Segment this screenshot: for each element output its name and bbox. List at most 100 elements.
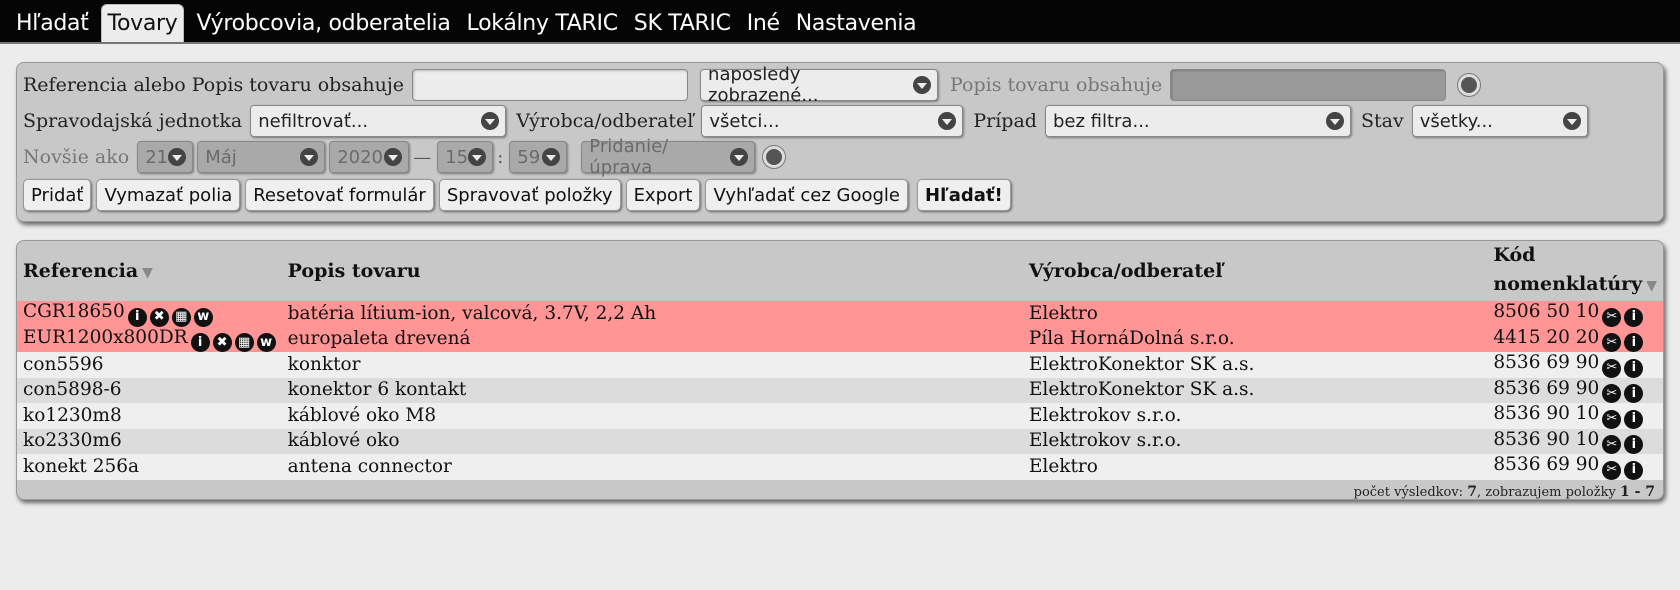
tools-icon[interactable]: ✖ [149,307,169,327]
scissors-icon[interactable]: ✂ [1602,358,1622,378]
info-icon[interactable]: i [1624,307,1644,327]
row-maker: Elektrokov s.r.o. [1022,428,1488,454]
wiki-icon[interactable]: w [256,333,276,352]
table-row[interactable]: EUR1200x800DR i ✖ ▦ w europaleta drevená Píl… [17,326,1663,352]
tab-nastavenia[interactable]: Nastavenia [788,4,925,42]
col-ref-header[interactable]: Referencia ▼ [17,241,282,301]
info-icon[interactable]: i [1624,460,1644,480]
maker-select[interactable]: všetci... [701,105,964,137]
order-select-value: naposledy zobrazené... [708,64,819,106]
row-maker: ElektroKonektor SK a.s. [1022,352,1488,378]
tab-sk-taric[interactable]: SK TARIC [626,4,739,42]
row-ref: ko1230m8 [17,403,282,429]
tab-tovary[interactable]: Tovary [100,4,185,42]
year-value: 2020 [337,146,384,168]
desc-input[interactable] [1170,69,1447,101]
maker-select-value: všetci... [709,110,780,132]
desc-radio[interactable] [1458,74,1481,96]
scissors-icon[interactable]: ✂ [1602,460,1622,480]
row-code: 8536 69 90 [1493,352,1600,373]
table-row[interactable]: CGR18650 i ✖ ▦ w batéria lítium-ion, valcová… [17,301,1663,327]
scissors-icon[interactable]: ✂ [1602,435,1622,454]
info-icon[interactable]: i [1624,358,1644,378]
info-icon[interactable]: i [190,333,210,352]
scissors-icon[interactable]: ✂ [1602,333,1622,352]
ref-input[interactable] [412,69,689,101]
reset-form-button[interactable]: Resetovať formulár [245,179,434,211]
tab-vyrobcovia[interactable]: Výrobcovia, odberatelia [188,4,458,42]
info-icon[interactable]: i [1624,333,1644,352]
row-desc: batéria lítium-ion, valcová, 3.7V, 2,2 A… [281,301,1023,327]
row-maker: Elektrokov s.r.o. [1022,403,1488,429]
results-panel: Referencia ▼ Popis tovaru Výrobca/odberat… [16,240,1664,500]
table-row[interactable]: con5898-6 konektor 6 kontakt ElektroKone… [17,377,1663,403]
filter-row-3: Novšie ako 21 Máj 2020 — 15 : 59 Pridani… [23,136,786,178]
filter-panel: Referencia alebo Popis tovaru obsahuje n… [16,62,1664,222]
minute-select[interactable]: 59 [509,141,568,173]
table-header-row: Referencia ▼ Popis tovaru Výrobca/odberat… [17,241,1663,301]
table-row[interactable]: ko1230m8 káblové oko M8 Elektrokov s.r.o… [17,403,1663,429]
wiki-icon[interactable]: w [193,307,213,327]
row-desc: káblové oko [281,428,1023,454]
results-footer: počet výsledkov: 7, zobrazujem položky 1… [17,480,1663,500]
newer-radio[interactable] [763,146,786,168]
google-search-button[interactable]: Vyhľadať cez Google [705,179,909,211]
col-maker-header[interactable]: Výrobca/odberateľ [1023,241,1487,301]
tab-ine[interactable]: Iné [739,4,788,42]
unit-select[interactable]: nefiltrovať... [250,105,507,137]
export-button[interactable]: Export [625,179,701,211]
add-button[interactable]: Pridať [23,179,92,211]
manage-items-button[interactable]: Spravovať položky [438,179,621,211]
clear-fields-button[interactable]: Vymazať polia [96,179,241,211]
top-navigation: Hľadať Tovary Výrobcovia, odberatelia Lo… [0,0,1680,44]
table-row[interactable]: konekt 256a antena connector Elektro 853… [17,454,1663,480]
year-select[interactable]: 2020 [329,141,410,173]
tab-hladat[interactable]: Hľadať [8,4,97,42]
change-type-value: Pridanie/úprava [589,136,669,178]
row-maker: Elektro [1022,301,1488,327]
minute-value: 59 [517,146,541,168]
col-desc-header[interactable]: Popis tovaru [282,241,1023,301]
col-code-label-2: nomenklatúry [1493,273,1643,295]
info-icon[interactable]: i [1624,409,1644,429]
col-code-header[interactable]: Kód nomenklatúry ▼ [1487,241,1663,301]
scissors-icon[interactable]: ✂ [1602,384,1622,403]
grid-icon[interactable]: ▦ [171,307,191,327]
info-icon[interactable]: i [127,307,147,327]
tab-lokalny-taric[interactable]: Lokálny TARIC [459,4,626,42]
state-label: Stav [1360,110,1404,132]
month-select[interactable]: Máj [197,141,326,173]
tools-icon[interactable]: ✖ [212,333,232,352]
state-select[interactable]: všetky... [1411,105,1588,137]
chevron-down-icon [542,148,561,166]
day-select[interactable]: 21 [137,141,194,173]
table-row[interactable]: ko2330m6 káblové oko Elektrokov s.r.o. 8… [17,428,1663,454]
row-code: 8536 90 10 [1493,403,1600,424]
row-maker: Elektro [1022,454,1488,480]
info-icon[interactable]: i [1624,435,1644,454]
scissors-icon[interactable]: ✂ [1602,409,1622,429]
filter-row-1: Referencia alebo Popis tovaru obsahuje n… [23,64,1481,106]
newer-label: Novšie ako [23,146,130,168]
chevron-down-icon [1325,112,1344,130]
grid-icon[interactable]: ▦ [234,333,254,352]
case-select[interactable]: bez filtra... [1044,105,1351,137]
row-desc: konktor [281,352,1023,378]
footer-range: 1 - 7 [1619,483,1655,500]
results-table: Referencia ▼ Popis tovaru Výrobca/odberat… [17,241,1663,480]
time-colon: : [497,146,504,168]
button-row: Pridať Vymazať polia Resetovať formulár … [23,179,1016,211]
order-select[interactable]: naposledy zobrazené... [700,64,939,106]
search-button[interactable]: Hľadať! [917,179,1011,211]
table-row[interactable]: con5596 konktor ElektroKonektor SK a.s. … [17,352,1663,378]
sort-down-icon[interactable]: ▼ [142,265,153,281]
sort-down-icon[interactable]: ▼ [1646,278,1657,294]
hour-select[interactable]: 15 [437,141,494,173]
chevron-down-icon [913,76,932,94]
col-code-label-1: Kód [1493,244,1536,266]
ref-label: Referencia alebo Popis tovaru obsahuje [23,74,405,96]
info-icon[interactable]: i [1624,384,1644,403]
footer-mid: , zobrazujem položky [1476,484,1616,500]
change-type-select[interactable]: Pridanie/úprava [581,136,756,178]
scissors-icon[interactable]: ✂ [1602,307,1622,327]
